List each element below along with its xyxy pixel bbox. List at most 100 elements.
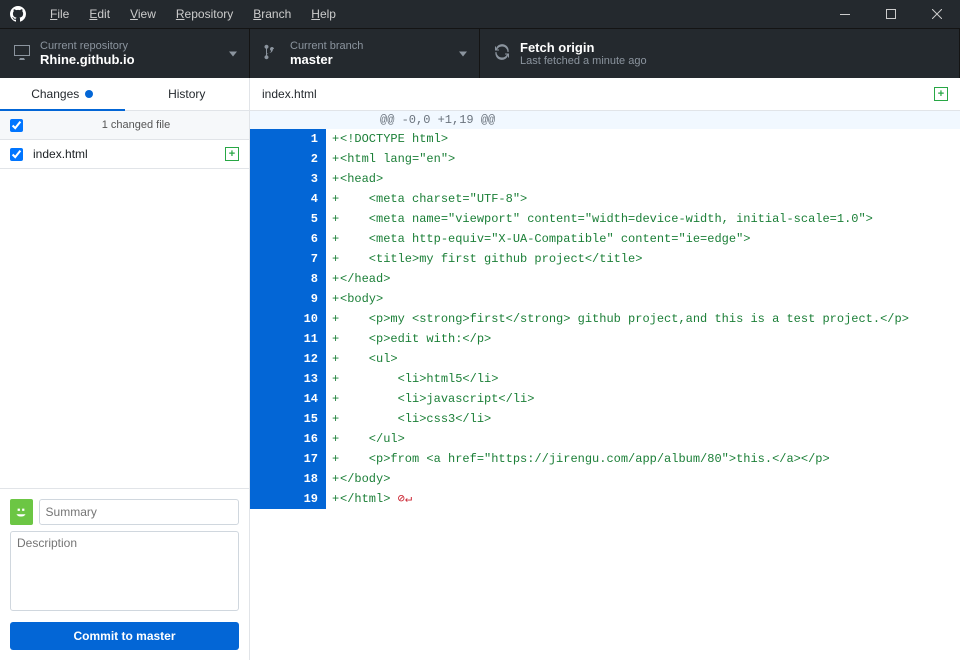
diff-marker: + [326,409,340,429]
summary-input[interactable] [39,499,239,525]
gutter-new: 7 [288,249,326,269]
gutter-new: 17 [288,449,326,469]
chevron-down-icon [459,51,467,56]
gutter-old [250,329,288,349]
code-text: </ul> [340,429,960,449]
avatar-icon [10,499,33,525]
gutter-new: 6 [288,229,326,249]
maximize-button[interactable] [868,0,914,28]
minimize-button[interactable] [822,0,868,28]
fetch-origin-button[interactable]: Fetch origin Last fetched a minute ago [480,29,960,78]
diff-line[interactable]: 13+ <li>html5</li> [250,369,960,389]
branch-icon [264,44,280,63]
diff-marker: + [326,289,340,309]
gutter-new: 1 [288,129,326,149]
code-text: <body> [340,289,960,309]
main-panel: index.html + @@ -0,0 +1,19 @@ 1+<!DOCTYP… [250,78,960,660]
diff-marker: + [326,309,340,329]
menu-edit[interactable]: Edit [79,7,120,21]
diff-line[interactable]: 1+<!DOCTYPE html> [250,129,960,149]
diff-marker: + [326,349,340,369]
fetch-subtitle: Last fetched a minute ago [520,55,647,67]
diff-line[interactable]: 18+</body> [250,469,960,489]
diff-line[interactable]: 17+ <p>from <a href="https://jirengu.com… [250,449,960,469]
diff-view[interactable]: @@ -0,0 +1,19 @@ 1+<!DOCTYPE html>2+<htm… [250,111,960,660]
sync-icon [494,44,510,63]
diff-marker: + [326,149,340,169]
code-text: <meta name="viewport" content="width=dev… [340,209,960,229]
menu-file[interactable]: File [40,7,79,21]
code-text: <li>javascript</li> [340,389,960,409]
hunk-header: @@ -0,0 +1,19 @@ [250,111,960,129]
code-text: <html lang="en"> [340,149,960,169]
gutter-new: 14 [288,389,326,409]
code-text: <meta http-equiv="X-UA-Compatible" conte… [340,229,960,249]
gutter-new: 16 [288,429,326,449]
tab-changes-label: Changes [31,87,79,101]
gutter-old [250,389,288,409]
gutter-old [250,289,288,309]
gutter-old [250,169,288,189]
gutter-new: 3 [288,169,326,189]
tab-changes[interactable]: Changes [0,78,125,111]
diff-line[interactable]: 4+ <meta charset="UTF-8"> [250,189,960,209]
desktop-icon [14,44,30,63]
menu-branch[interactable]: Branch [243,7,301,21]
diff-marker: + [326,249,340,269]
menu-view[interactable]: View [120,7,166,21]
diff-line[interactable]: 3+<head> [250,169,960,189]
description-input[interactable] [10,531,239,611]
gutter-new: 2 [288,149,326,169]
diff-line[interactable]: 5+ <meta name="viewport" content="width=… [250,209,960,229]
current-repository-dropdown[interactable]: Current repository Rhine.github.io [0,29,250,78]
code-text: <head> [340,169,960,189]
diff-marker: + [326,489,340,509]
diff-line[interactable]: 2+<html lang="en"> [250,149,960,169]
diff-line[interactable]: 6+ <meta http-equiv="X-UA-Compatible" co… [250,229,960,249]
code-text: <li>css3</li> [340,409,960,429]
gutter-new: 15 [288,409,326,429]
changed-file-row[interactable]: index.html + [0,140,249,169]
diff-marker: + [326,129,340,149]
diff-line[interactable]: 12+ <ul> [250,349,960,369]
diff-line[interactable]: 14+ <li>javascript</li> [250,389,960,409]
gutter-old [250,149,288,169]
select-all-checkbox[interactable] [10,119,23,132]
sidebar: Changes History 1 changed file index.htm… [0,78,250,660]
gutter-new: 10 [288,309,326,329]
diff-line[interactable]: 15+ <li>css3</li> [250,409,960,429]
file-checkbox[interactable] [10,148,23,161]
gutter-old [250,469,288,489]
diff-line[interactable]: 16+ </ul> [250,429,960,449]
diff-marker: + [326,269,340,289]
window-controls [822,0,960,28]
diff-line[interactable]: 19+</html> ⊘↵ [250,489,960,509]
menu-repository[interactable]: Repository [166,7,243,21]
diff-line[interactable]: 9+<body> [250,289,960,309]
diff-marker: + [326,389,340,409]
gutter-new: 13 [288,369,326,389]
diff-marker: + [326,369,340,389]
added-badge-icon: + [225,147,239,161]
diff-marker: + [326,189,340,209]
github-logo-icon [10,6,26,22]
gutter-old [250,429,288,449]
diff-marker: + [326,229,340,249]
diff-line[interactable]: 10+ <p>my <strong>first</strong> github … [250,309,960,329]
gutter-new: 9 [288,289,326,309]
commit-button[interactable]: Commit to master [10,622,239,650]
chevron-down-icon [229,51,237,56]
menu-help[interactable]: Help [301,7,346,21]
current-branch-dropdown[interactable]: Current branch master [250,29,480,78]
diff-line[interactable]: 7+ <title>my first github project</title… [250,249,960,269]
diff-line[interactable]: 8+</head> [250,269,960,289]
close-button[interactable] [914,0,960,28]
gutter-old [250,249,288,269]
code-text: <ul> [340,349,960,369]
no-newline-icon: ⊘↵ [390,492,412,506]
gutter-old [250,229,288,249]
tab-history[interactable]: History [125,78,250,111]
diff-line[interactable]: 11+ <p>edit with:</p> [250,329,960,349]
code-text: <p>from <a href="https://jirengu.com/app… [340,449,960,469]
diff-file-header: index.html + [250,78,960,111]
